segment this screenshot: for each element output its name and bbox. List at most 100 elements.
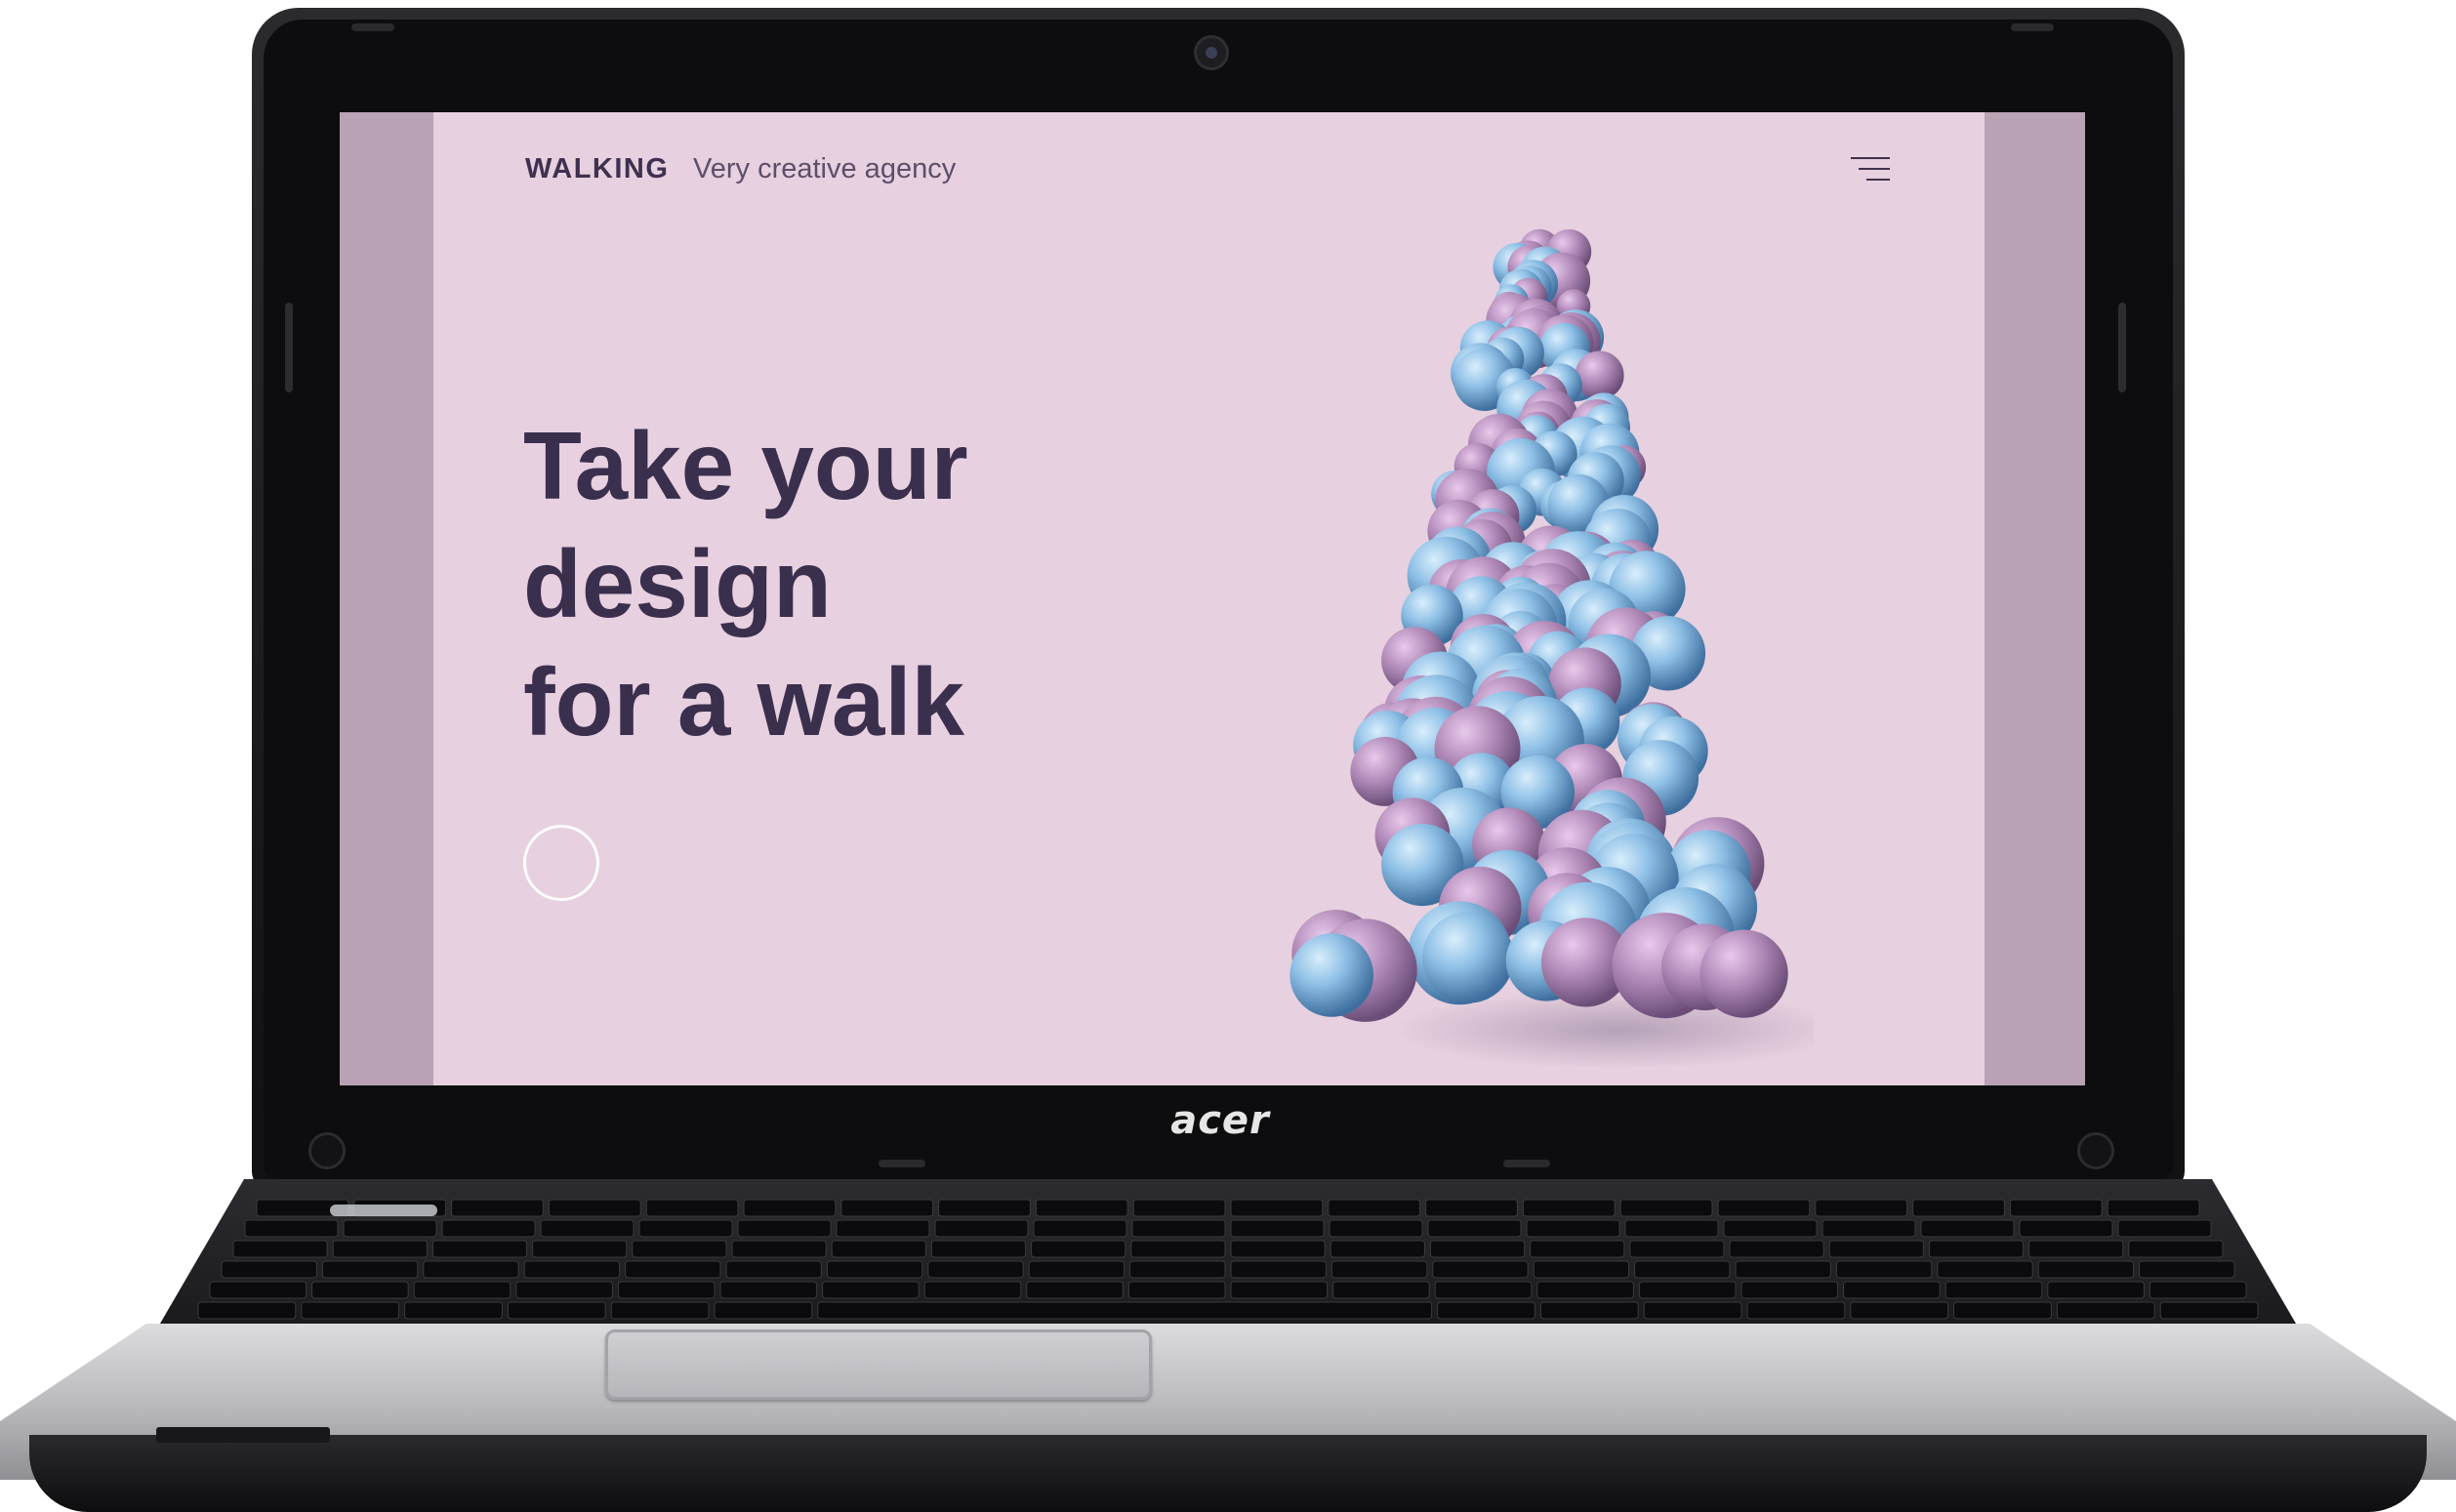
keyboard-key[interactable] (1844, 1282, 1941, 1298)
keyboard-key[interactable] (744, 1200, 836, 1216)
keyboard-key[interactable] (533, 1241, 627, 1257)
keyboard-key[interactable] (1032, 1241, 1126, 1257)
keyboard-key[interactable] (639, 1220, 732, 1237)
keyboard-key[interactable] (210, 1282, 307, 1298)
keyboard-key[interactable] (2057, 1302, 2154, 1319)
keyboard-key[interactable] (1128, 1282, 1225, 1298)
keyboard-key[interactable] (1829, 1241, 1923, 1257)
keyboard-key[interactable] (549, 1200, 640, 1216)
keyboard-key[interactable] (1132, 1220, 1225, 1237)
keyboard-key[interactable] (2038, 1261, 2133, 1278)
keyboard-key[interactable] (832, 1241, 925, 1257)
keyboard-key[interactable] (432, 1241, 526, 1257)
keyboard-key[interactable] (245, 1220, 338, 1237)
keyboard-key[interactable] (1644, 1302, 1741, 1319)
keyboard-key[interactable] (1330, 1220, 1422, 1237)
keyboard-key[interactable] (1231, 1261, 1326, 1278)
keyboard-key[interactable] (1747, 1302, 1845, 1319)
keyboard-key[interactable] (442, 1220, 535, 1237)
keyboard-key[interactable] (1537, 1282, 1634, 1298)
keyboard-key[interactable] (344, 1220, 436, 1237)
keyboard-key[interactable] (1036, 1200, 1127, 1216)
keyboard-key[interactable] (2108, 1200, 2199, 1216)
keyboard-key[interactable] (414, 1282, 511, 1298)
keyboard-key[interactable] (1330, 1241, 1424, 1257)
keyboard-key[interactable] (1131, 1241, 1225, 1257)
scroll-circle-button[interactable] (523, 825, 599, 901)
keyboard-key[interactable] (2129, 1241, 2223, 1257)
keyboard-key[interactable] (1231, 1241, 1325, 1257)
keyboard-key[interactable] (1921, 1220, 2014, 1237)
keyboard-key[interactable] (222, 1261, 316, 1278)
keyboard-key[interactable] (1639, 1282, 1736, 1298)
keyboard-key[interactable] (302, 1302, 399, 1319)
keyboard-key[interactable] (931, 1241, 1025, 1257)
keyboard-key[interactable] (198, 1302, 296, 1319)
keyboard-key[interactable] (1836, 1261, 1931, 1278)
keyboard-key[interactable] (1540, 1302, 1638, 1319)
keyboard-key[interactable] (333, 1241, 427, 1257)
keyboard-key[interactable] (508, 1302, 605, 1319)
keyboard-key[interactable] (2010, 1200, 2102, 1216)
spacebar-key[interactable] (818, 1302, 1432, 1319)
keyboard-key[interactable] (1329, 1200, 1420, 1216)
keyboard-key[interactable] (1534, 1261, 1628, 1278)
keyboard-key[interactable] (516, 1282, 613, 1298)
keyboard-key[interactable] (626, 1261, 720, 1278)
keyboard-key[interactable] (2149, 1282, 2246, 1298)
keyboard-key[interactable] (827, 1261, 921, 1278)
keyboard-key[interactable] (2140, 1261, 2234, 1278)
keyboard-key[interactable] (715, 1302, 812, 1319)
keyboard-key[interactable] (322, 1261, 417, 1278)
keyboard-key[interactable] (2118, 1220, 2211, 1237)
keyboard-key[interactable] (405, 1302, 503, 1319)
keyboard-key[interactable] (1625, 1220, 1718, 1237)
keyboard-key[interactable] (1433, 1261, 1528, 1278)
keyboard-key[interactable] (1531, 1241, 1624, 1257)
keyboard-key[interactable] (424, 1261, 518, 1278)
keyboard-key[interactable] (2048, 1282, 2145, 1298)
keyboard-key[interactable] (1635, 1261, 1730, 1278)
keyboard-key[interactable] (1027, 1282, 1124, 1298)
keyboard-key[interactable] (1130, 1261, 1225, 1278)
keyboard-key[interactable] (1527, 1220, 1619, 1237)
keyboard-key[interactable] (1333, 1282, 1430, 1298)
keyboard-key[interactable] (1034, 1220, 1126, 1237)
keyboard-key[interactable] (1741, 1282, 1838, 1298)
keyboard-key[interactable] (1435, 1282, 1532, 1298)
keyboard-key[interactable] (1438, 1302, 1535, 1319)
keyboard-key[interactable] (1913, 1200, 2005, 1216)
keyboard-key[interactable] (924, 1282, 1021, 1298)
keyboard-key[interactable] (1851, 1302, 1948, 1319)
keyboard-key[interactable] (1231, 1200, 1323, 1216)
hamburger-menu-icon[interactable] (1851, 155, 1890, 183)
keyboard-key[interactable] (1523, 1200, 1615, 1216)
keyboard-key[interactable] (939, 1200, 1031, 1216)
keyboard-key[interactable] (452, 1200, 544, 1216)
keyboard-key[interactable] (1730, 1241, 1823, 1257)
keyboard-key[interactable] (837, 1220, 929, 1237)
keyboard-key[interactable] (732, 1241, 826, 1257)
keyboard-key[interactable] (646, 1200, 738, 1216)
keyboard-key[interactable] (823, 1282, 920, 1298)
keyboard-key[interactable] (1231, 1220, 1324, 1237)
keyboard-key[interactable] (633, 1241, 726, 1257)
keyboard-key[interactable] (2020, 1220, 2112, 1237)
keyboard-key[interactable] (738, 1220, 831, 1237)
keyboard-key[interactable] (1929, 1241, 2023, 1257)
keyboard-key[interactable] (1954, 1302, 2052, 1319)
keyboard-key[interactable] (1231, 1282, 1328, 1298)
keyboard-key[interactable] (1620, 1200, 1712, 1216)
keyboard-key[interactable] (1736, 1261, 1830, 1278)
keyboard-key[interactable] (233, 1241, 327, 1257)
keyboard-key[interactable] (1428, 1220, 1521, 1237)
keyboard-key[interactable] (1133, 1200, 1225, 1216)
keyboard-key[interactable] (1822, 1220, 1915, 1237)
keyboard-key[interactable] (1938, 1261, 2032, 1278)
keyboard-key[interactable] (2029, 1241, 2123, 1257)
keyboard-key[interactable] (935, 1220, 1028, 1237)
keyboard-key[interactable] (726, 1261, 821, 1278)
touchpad[interactable] (605, 1329, 1152, 1400)
keyboard-key[interactable] (1426, 1200, 1518, 1216)
keyboard-key[interactable] (2160, 1302, 2258, 1319)
